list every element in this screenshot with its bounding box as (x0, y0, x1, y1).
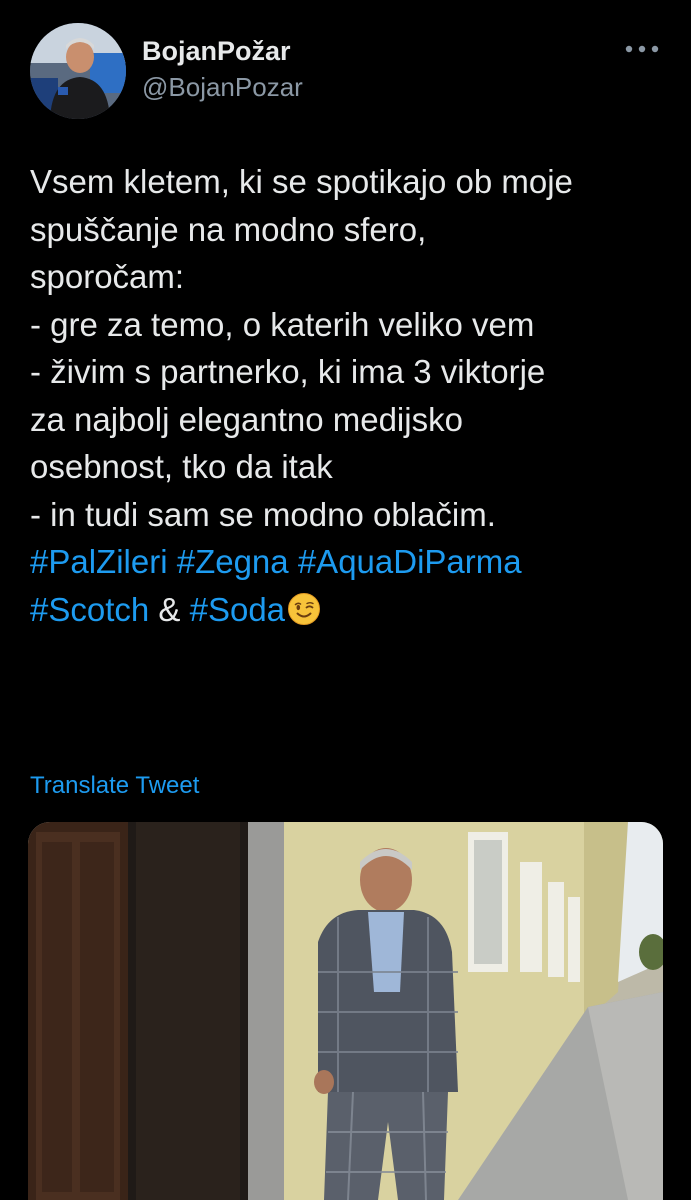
tweet-line: za najbolj elegantno medijsko (30, 400, 463, 438)
more-horizontal-icon (625, 45, 659, 53)
tweet-line: - in tudi sam se modno oblačim. (30, 495, 496, 533)
hashtag-zegna[interactable]: #Zegna (177, 543, 289, 580)
author-avatar[interactable] (30, 23, 126, 119)
author-handle[interactable]: @BojanPozar (142, 72, 303, 103)
tweet-line: osebnost, tko da itak (30, 448, 333, 485)
hashtag-aquadiparma[interactable]: #AquaDiParma (298, 543, 522, 580)
hashtag-palzileri[interactable]: #PalZileri (30, 543, 168, 580)
more-options-button[interactable] (618, 34, 666, 64)
hashtag-line: #Scotch & #Soda (30, 586, 670, 634)
tweet-line: spuščanje na modno sfero, (30, 210, 427, 248)
ampersand: & (149, 590, 190, 628)
tweet-line: Vsem kletem, ki se spotikajo ob moje (30, 163, 573, 200)
tweet-text: Vsem kletem, ki se spotikajo ob moje spu… (30, 158, 670, 633)
avatar-photo (30, 23, 126, 119)
winking-face-icon (287, 592, 321, 626)
photo-man-in-plaid-suit (28, 822, 663, 1200)
author-display-name[interactable]: BojanPožar (142, 36, 291, 67)
tweet-line: sporočam: (30, 258, 185, 295)
hashtag-line: #PalZileri #Zegna #AquaDiParma (30, 538, 670, 586)
hashtag-scotch[interactable]: #Scotch (30, 591, 149, 628)
tweet-line: - gre za temo, o katerih veliko vem (30, 305, 535, 343)
hashtag-soda[interactable]: #Soda (190, 591, 285, 628)
tweet-media-image[interactable] (28, 822, 663, 1200)
translate-tweet-link[interactable]: Translate Tweet (30, 772, 199, 800)
tweet-line: - živim s partnerko, ki ima 3 viktorje (30, 353, 546, 390)
